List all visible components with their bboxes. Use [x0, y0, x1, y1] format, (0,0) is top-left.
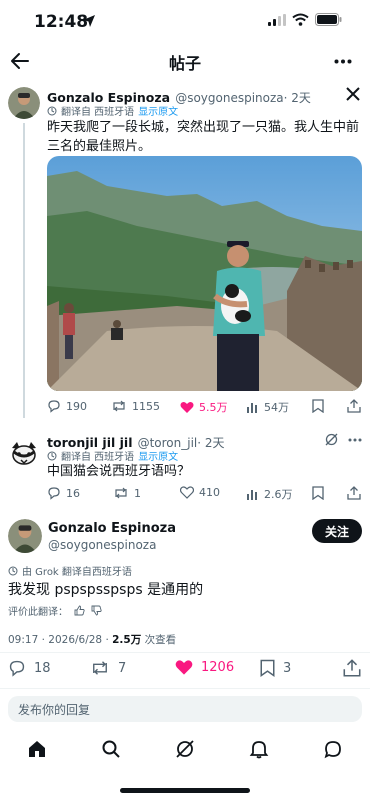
share-icon[interactable] [347, 399, 361, 413]
translate-icon [47, 106, 57, 115]
reply-icon [9, 660, 25, 677]
views-label: 次查看 [141, 634, 177, 646]
reply-count: 190 [66, 399, 87, 413]
post-time: · 2天 [283, 91, 311, 105]
reply-input[interactable]: 发布你的回复 [8, 696, 362, 722]
avatar[interactable] [8, 87, 40, 119]
translation-note: 翻译自 西班牙语 显示原文 [47, 103, 178, 118]
main-bookmark-stat[interactable]: 3 [260, 659, 291, 677]
bookmark-icon[interactable] [312, 486, 324, 500]
timestamp-text: 09:17 · 2026/6/28 · [8, 634, 113, 646]
battery-icon [315, 13, 342, 26]
reply-views-stat[interactable]: 2.6万 [246, 486, 293, 502]
status-time: 12:48 [34, 12, 89, 32]
views-chart-icon [247, 402, 257, 413]
main-like-stat[interactable]: 1206 [175, 659, 234, 676]
bookmark-icon[interactable] [312, 399, 324, 413]
main-avatar[interactable] [8, 519, 42, 553]
wifi-icon [292, 13, 309, 26]
search-icon[interactable] [101, 739, 121, 759]
views-chart-icon [247, 489, 257, 500]
share-icon[interactable] [343, 659, 361, 677]
bottom-nav [0, 730, 370, 770]
status-bar: 12:48 [0, 0, 370, 44]
main-reply-stat[interactable]: 18 [8, 659, 51, 677]
repost-icon [115, 487, 127, 499]
repost-icon [93, 661, 107, 675]
bookmark-icon [260, 659, 275, 677]
repost-icon [113, 400, 125, 412]
rate-translation: 评价此翻译： [8, 603, 102, 618]
messages-icon[interactable] [323, 739, 343, 759]
grok-icon[interactable] [325, 433, 338, 446]
cellular-signal-icon [268, 14, 286, 26]
reply-like-count: 410 [199, 486, 220, 499]
home-indicator [120, 788, 250, 793]
more-options-icon[interactable] [334, 59, 352, 64]
heart-outline-icon [180, 486, 194, 499]
views-count: 54万 [264, 401, 289, 414]
reply-translated-from: 翻译自 西班牙语 [61, 452, 135, 463]
repost-stat[interactable]: 1155 [111, 399, 160, 413]
notifications-icon[interactable] [249, 739, 269, 759]
repost-count: 1155 [132, 399, 160, 413]
post-photo[interactable] [47, 156, 362, 391]
reply-reply-stat[interactable]: 16 [47, 486, 80, 500]
post-text: 昨天我爬了一段长城，突然出现了一只猫。我人生中前三名的最佳照片。 [47, 120, 360, 154]
grok-translated-from: 由 Grok 翻译自西班牙语 [22, 567, 132, 578]
thumbs-down-icon[interactable] [91, 605, 102, 616]
heart-filled-icon [175, 660, 193, 675]
main-author-name[interactable]: Gonzalo Espinoza [48, 521, 176, 536]
home-icon[interactable] [27, 739, 47, 759]
reply-stat[interactable]: 190 [47, 399, 87, 413]
grok-icon[interactable] [175, 739, 195, 759]
reply-translation-note: 翻译自 西班牙语 显示原文 [47, 448, 178, 463]
reply-time: · 2天 [197, 436, 225, 450]
like-stat[interactable]: 5.5万 [180, 399, 228, 415]
views-total: 2.5万 [112, 634, 142, 646]
divider [0, 688, 370, 689]
reply-like-stat[interactable]: 410 [180, 486, 220, 499]
views-stat[interactable]: 54万 [246, 399, 289, 415]
location-arrow-icon [83, 15, 95, 27]
main-bookmark-count: 3 [283, 660, 292, 676]
thumbs-up-icon[interactable] [74, 605, 85, 616]
translated-from: 翻译自 西班牙语 [61, 107, 135, 118]
show-original-link[interactable]: 显示原文 [138, 103, 178, 118]
rate-translation-label: 评价此翻译： [8, 607, 68, 618]
post-timestamp: 09:17 · 2026/6/28 · 2.5万 次查看 [8, 632, 176, 647]
great-wall-photo [47, 156, 362, 391]
follow-button[interactable]: 关注 [312, 519, 362, 543]
share-icon[interactable] [347, 486, 361, 500]
translate-icon [47, 451, 57, 460]
heart-filled-icon [180, 401, 194, 413]
top-nav: 帖子 [0, 44, 370, 80]
reply-icon [48, 400, 60, 413]
main-post-text: 我发现 pspspsspsps 是通用的 [8, 582, 204, 598]
main-repost-count: 7 [118, 660, 127, 676]
reply-repost-stat[interactable]: 1 [113, 486, 141, 500]
reply-views-count: 2.6万 [264, 488, 293, 501]
grok-translation-note: 由 Grok 翻译自西班牙语 [8, 563, 132, 578]
reply-repost-count: 1 [134, 486, 141, 500]
page-title: 帖子 [168, 54, 201, 73]
reply-more-icon[interactable] [348, 438, 362, 442]
reply-text: 中国猫会说西班牙语吗？ [47, 464, 191, 479]
main-author-handle[interactable]: @soygonespinoza [48, 538, 156, 552]
author-handle[interactable]: @soygonespinoza [175, 91, 283, 105]
reply-avatar[interactable] [8, 438, 40, 470]
main-reply-count: 18 [34, 660, 51, 676]
reply-show-original-link[interactable]: 显示原文 [138, 448, 178, 463]
like-count: 5.5万 [199, 401, 228, 414]
main-repost-stat[interactable]: 7 [90, 659, 126, 677]
reply-icon [48, 487, 60, 500]
divider [0, 652, 370, 653]
translate-icon [8, 566, 18, 575]
reply-reply-count: 16 [66, 486, 80, 500]
thread-line [23, 123, 25, 418]
main-like-count: 1206 [201, 660, 235, 675]
x-logo-icon [346, 87, 360, 101]
